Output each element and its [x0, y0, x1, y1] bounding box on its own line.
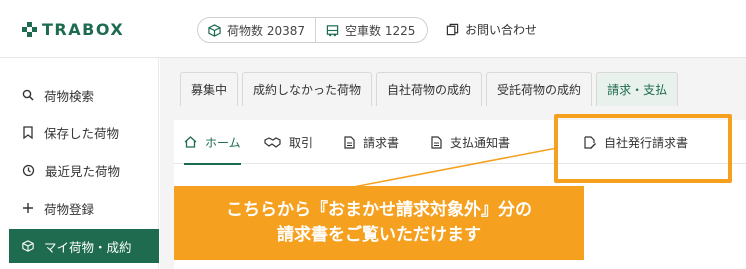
main-tabs: 募集中 成約しなかった荷物 自社荷物の成約 受託荷物の成約 請求・支払 [180, 72, 679, 106]
box-icon [22, 240, 34, 252]
copy-icon [446, 23, 459, 36]
subtab-invoices[interactable]: 請求書 [344, 120, 399, 164]
callout-line-2: 請求書をご覧いただけます [277, 225, 481, 245]
truck-count: 空車数 1225 [315, 18, 425, 42]
subtab-home[interactable]: ホーム [184, 120, 241, 165]
bookmark-icon [23, 125, 33, 139]
tab-consigned-contracts[interactable]: 受託荷物の成約 [486, 72, 593, 106]
sidebar-item-saved-cargo[interactable]: 保存した荷物 [0, 115, 159, 149]
callout-box: こちらから『おまかせ請求対象外』分の 請求書をご覧いただけます [174, 186, 584, 260]
subtab-payment-notices[interactable]: 支払通知書 [431, 120, 510, 164]
logo-mark-icon [22, 21, 38, 38]
sidebar-item-register-cargo[interactable]: 荷物登録 [0, 191, 159, 225]
stats-pill: 荷物数 20387 空車数 1225 [197, 17, 428, 43]
sidebar-item-label: マイ荷物・成約 [44, 239, 132, 255]
sidebar-item-cargo-search[interactable]: 荷物検索 [0, 78, 159, 112]
search-icon [22, 89, 34, 101]
sidebar-item-my-cargo[interactable]: マイ荷物・成約 [9, 229, 159, 263]
document-icon [344, 135, 355, 149]
document-icon [431, 135, 442, 149]
tab-billing-payment[interactable]: 請求・支払 [596, 72, 679, 106]
truck-count-label: 空車数 1225 [345, 23, 416, 38]
contact-link[interactable]: お問い合わせ [446, 21, 537, 38]
sidebar-item-label: 荷物登録 [44, 201, 95, 217]
truck-icon [326, 24, 339, 36]
sidebar-item-label: 最近見た荷物 [45, 163, 121, 179]
callout-line-1: こちらから『おまかせ請求対象外』分の [226, 200, 532, 220]
contact-label: お問い合わせ [465, 23, 538, 37]
tab-recruiting[interactable]: 募集中 [180, 72, 239, 106]
highlight-box [554, 114, 732, 183]
app-header: TRABOX 荷物数 20387 空車数 1225 お問い合わせ [0, 0, 746, 58]
logo-text: TRABOX [42, 20, 125, 39]
tab-own-contracts[interactable]: 自社荷物の成約 [376, 72, 483, 106]
tab-not-contracted[interactable]: 成約しなかった荷物 [242, 72, 373, 106]
sidebar: 荷物検索 保存した荷物 最近見た荷物 荷物登録 マイ荷物・成約 [0, 58, 159, 269]
subtab-label: ホーム [205, 135, 241, 150]
box-icon [208, 23, 221, 37]
cargo-count: 荷物数 20387 [198, 18, 315, 42]
home-icon [184, 136, 197, 148]
subtab-transactions[interactable]: 取引 [264, 120, 313, 164]
plus-icon [23, 203, 33, 213]
sidebar-item-recent-cargo[interactable]: 最近見た荷物 [0, 153, 159, 187]
sidebar-item-label: 荷物検索 [44, 88, 95, 104]
subtab-label: 請求書 [363, 135, 400, 150]
trabox-logo[interactable]: TRABOX [22, 20, 124, 39]
handshake-icon [264, 136, 281, 148]
subtab-label: 支払通知書 [450, 135, 511, 150]
sidebar-item-label: 保存した荷物 [44, 125, 120, 141]
cargo-count-label: 荷物数 20387 [227, 23, 305, 38]
subtab-label: 取引 [289, 135, 314, 150]
history-icon [22, 164, 35, 176]
